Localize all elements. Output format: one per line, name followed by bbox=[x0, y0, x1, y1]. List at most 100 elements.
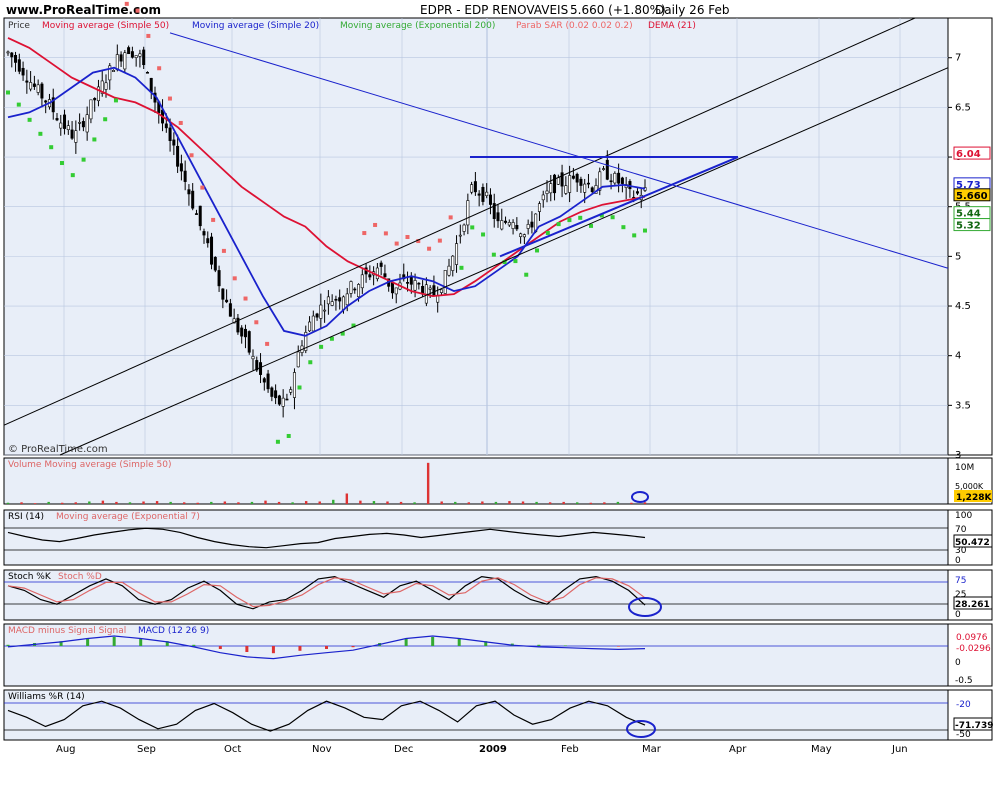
sar-dot bbox=[470, 225, 475, 230]
sar-dot bbox=[38, 131, 43, 136]
candle-body bbox=[568, 175, 572, 193]
volume-bar bbox=[318, 501, 321, 504]
sar-dot bbox=[243, 296, 248, 301]
sar-dot bbox=[178, 120, 183, 125]
macd-hist-bar bbox=[616, 646, 620, 647]
candle-body bbox=[466, 200, 470, 226]
candle-body bbox=[134, 55, 138, 58]
sar-dot bbox=[319, 344, 324, 349]
stoch-tick-75: 75 bbox=[955, 576, 966, 586]
rsi-last-label: 50.472 bbox=[955, 538, 990, 548]
sar-dot bbox=[232, 276, 237, 281]
sar-dot bbox=[448, 215, 453, 220]
volume-bar bbox=[264, 500, 267, 504]
chart-quote: 5.660 (+1.80%) bbox=[570, 3, 666, 17]
stoch-last-label: 28.261 bbox=[955, 600, 990, 610]
macd-last-bottom: -0.0296 bbox=[956, 644, 991, 654]
candle-body bbox=[277, 395, 281, 405]
candle-body bbox=[605, 159, 609, 180]
price-tick-label: 5 bbox=[955, 251, 961, 262]
chart-stage: www.ProRealTime.com EDPR - EDP RENOVAVEI… bbox=[0, 0, 1000, 800]
volume-bar bbox=[6, 502, 10, 504]
candle-body bbox=[390, 282, 394, 294]
volume-bar bbox=[616, 501, 620, 504]
volume-bar bbox=[467, 502, 471, 504]
sar-dot bbox=[297, 385, 302, 390]
volume-bar bbox=[101, 500, 105, 504]
candle-body bbox=[541, 194, 545, 201]
candle-body bbox=[217, 270, 221, 287]
williams-tick-20: -20 bbox=[956, 700, 971, 710]
price-axis-panel bbox=[947, 17, 993, 456]
candle-body bbox=[375, 267, 379, 280]
candle-body bbox=[183, 170, 187, 182]
stoch-panel[interactable] bbox=[3, 569, 949, 621]
williams-tick-50: -50 bbox=[956, 730, 971, 740]
candle-body bbox=[458, 234, 462, 237]
candle-body bbox=[78, 122, 82, 124]
time-axis-label: Aug bbox=[56, 744, 76, 755]
candle-body bbox=[635, 191, 639, 194]
sar-dot bbox=[81, 157, 86, 162]
volume-bar bbox=[630, 502, 633, 504]
sar-dot bbox=[405, 235, 410, 240]
candle-body bbox=[443, 270, 447, 294]
candle-body bbox=[477, 193, 481, 196]
macd-hist-bar bbox=[351, 646, 355, 648]
price-panel[interactable] bbox=[3, 17, 949, 456]
sar-dot bbox=[6, 90, 10, 95]
candle-body bbox=[240, 327, 244, 337]
volume-bar bbox=[494, 501, 498, 504]
macd-hist-bar bbox=[563, 645, 567, 646]
candle-body bbox=[530, 221, 534, 228]
sar-dot bbox=[211, 217, 216, 222]
candle-body bbox=[115, 54, 119, 70]
volume-bar bbox=[223, 501, 227, 504]
candle-body bbox=[575, 173, 579, 183]
candle-body bbox=[32, 83, 36, 87]
sar-dot bbox=[286, 433, 291, 438]
legend-sar: Parab SAR (0.02 0.02 0.2) bbox=[516, 21, 633, 31]
legend-sma20: Moving average (Simple 20) bbox=[192, 21, 319, 31]
candle-body bbox=[368, 274, 372, 278]
candle-body bbox=[357, 284, 361, 298]
candle-body bbox=[455, 243, 459, 265]
volume-bar bbox=[182, 502, 186, 504]
candle-body bbox=[112, 70, 116, 73]
candle-body bbox=[417, 282, 421, 285]
sar-dot bbox=[16, 102, 21, 107]
candle-body bbox=[311, 315, 315, 332]
candle-body bbox=[394, 287, 398, 295]
williams-panel[interactable] bbox=[3, 689, 949, 741]
candle-body bbox=[17, 59, 21, 72]
candle-body bbox=[470, 184, 474, 193]
candle-body bbox=[334, 298, 338, 301]
sar-dot bbox=[567, 218, 572, 223]
candle-body bbox=[345, 293, 349, 306]
candle-body bbox=[213, 256, 217, 271]
candle-body bbox=[428, 287, 432, 290]
candle-body bbox=[617, 172, 621, 184]
volume-bar bbox=[20, 502, 23, 504]
volume-bar bbox=[345, 493, 349, 504]
candle-body bbox=[522, 234, 526, 238]
candle-body bbox=[556, 177, 560, 185]
sar-dot bbox=[146, 33, 151, 38]
candle-body bbox=[281, 397, 285, 407]
macd-tick-neg05: -0.5 bbox=[955, 676, 973, 686]
candle-body bbox=[164, 123, 168, 129]
volume-bar bbox=[562, 501, 565, 504]
candle-body bbox=[602, 168, 606, 170]
macd-hist-bar bbox=[218, 646, 222, 649]
candle-body bbox=[549, 183, 553, 194]
sar-dot bbox=[632, 233, 637, 238]
candle-body bbox=[451, 255, 455, 271]
sar-dot bbox=[459, 265, 464, 270]
price-label-text: 5.660 bbox=[956, 191, 988, 202]
volume-bar bbox=[332, 499, 335, 504]
sar-dot bbox=[92, 137, 97, 142]
sar-dot bbox=[535, 248, 540, 253]
chart-period: Daily 26 Feb bbox=[655, 3, 730, 17]
macd-hist-bar bbox=[86, 638, 90, 646]
sar-dot bbox=[135, 8, 140, 13]
